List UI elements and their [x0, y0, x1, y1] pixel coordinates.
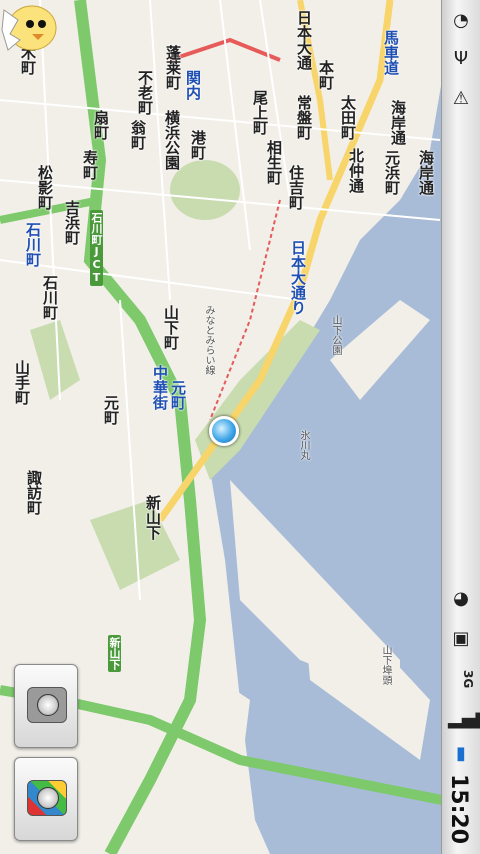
- place-label-kitanakadori: 海岸通: [389, 100, 407, 145]
- place-label-shin-yamashita: 新山下: [144, 495, 162, 540]
- place-label-kaigan: 海岸通: [417, 150, 435, 195]
- clock: 15:20: [446, 773, 471, 844]
- chick-mascot-icon[interactable]: [0, 0, 58, 55]
- place-label-hikawamaru: 氷川丸: [298, 430, 309, 460]
- place-label-futou: 山下埠頭: [380, 645, 391, 685]
- place-label-kotobuki: 寿町: [81, 150, 99, 180]
- layers-button[interactable]: [14, 757, 78, 841]
- place-label-bashamichi[interactable]: 馬車道: [382, 30, 400, 75]
- usb-icon: Ψ: [453, 48, 469, 69]
- place-label-yamashitakoen: 山下公園: [330, 315, 341, 355]
- place-label-onoe: 日本大通: [295, 10, 313, 70]
- wifi-icon: ◔: [453, 10, 469, 31]
- place-label-ishikawacho[interactable]: 石川町: [24, 222, 42, 267]
- place-label-yamate: 山手町: [13, 360, 31, 405]
- place-label-motomachi2: 元町: [102, 395, 120, 425]
- place-label-nihonodori2: 住吉町: [287, 165, 305, 210]
- map-view[interactable]: 日本大通 馬車道 海岸通 本町 太田町 北仲通 元浜町 海岸通 常盤町 尾上町 …: [0, 0, 442, 854]
- place-label-honcho: 北仲通: [347, 148, 365, 193]
- place-label-yamashita: 山下町: [162, 305, 180, 350]
- sync-icon: ◕: [453, 588, 469, 609]
- place-label-yokohama-koen: 横浜公園: [163, 110, 181, 170]
- place-label-minatomirai: みなとみらい線: [203, 305, 214, 375]
- place-label-horai: 蓬莱町: [164, 45, 182, 90]
- place-label-ishikawa2: 石川町: [41, 275, 59, 320]
- place-label-aioi: 常盤町: [295, 95, 313, 140]
- place-label-kannai[interactable]: 関内: [184, 70, 202, 100]
- place-label-ohtamachi: 本町: [317, 60, 335, 90]
- place-label-nihon-odori-station[interactable]: 日本大通り: [289, 240, 307, 315]
- place-label-matsukage: 松影町: [36, 165, 54, 210]
- place-label-motomachi[interactable]: 元町: [169, 380, 187, 410]
- place-label-motohama: 元浜町: [383, 150, 401, 195]
- camera-button[interactable]: [14, 664, 78, 748]
- place-label-suwa: 諏訪町: [25, 470, 43, 515]
- signal-icon: ▂▄▆: [448, 708, 480, 729]
- status-bar: ◔ Ψ ⚠ ◕ ▣ 3G ▂▄▆ ▮ 15:20: [441, 0, 480, 854]
- place-label-benten: 太田町: [339, 95, 357, 140]
- camera-icon: [27, 687, 67, 723]
- place-label-yoshihama: 吉浜町: [63, 200, 81, 245]
- place-label-ougi: 扇町: [92, 110, 110, 140]
- place-label-fuji: 不老町: [136, 70, 154, 115]
- battery-icon: ▮: [456, 743, 466, 764]
- camera-map-icon: [27, 780, 67, 816]
- place-label-shin-yamashita-sign: 新山下: [108, 635, 121, 672]
- place-label-tokiwa: 尾上町: [251, 90, 269, 135]
- current-location-marker[interactable]: [209, 416, 239, 446]
- place-label-chinatown[interactable]: 中華街: [151, 365, 169, 410]
- place-label-sumiyoshi: 相生町: [265, 140, 283, 185]
- notification-icon: ▣: [452, 628, 470, 649]
- place-label-okina: 翁町: [129, 120, 147, 150]
- warning-icon: ⚠: [452, 88, 470, 109]
- network-type-icon: 3G: [461, 670, 475, 689]
- place-label-minato: 港町: [189, 130, 207, 160]
- place-label-ishikawacho-jct: 石川町JCT: [90, 210, 103, 286]
